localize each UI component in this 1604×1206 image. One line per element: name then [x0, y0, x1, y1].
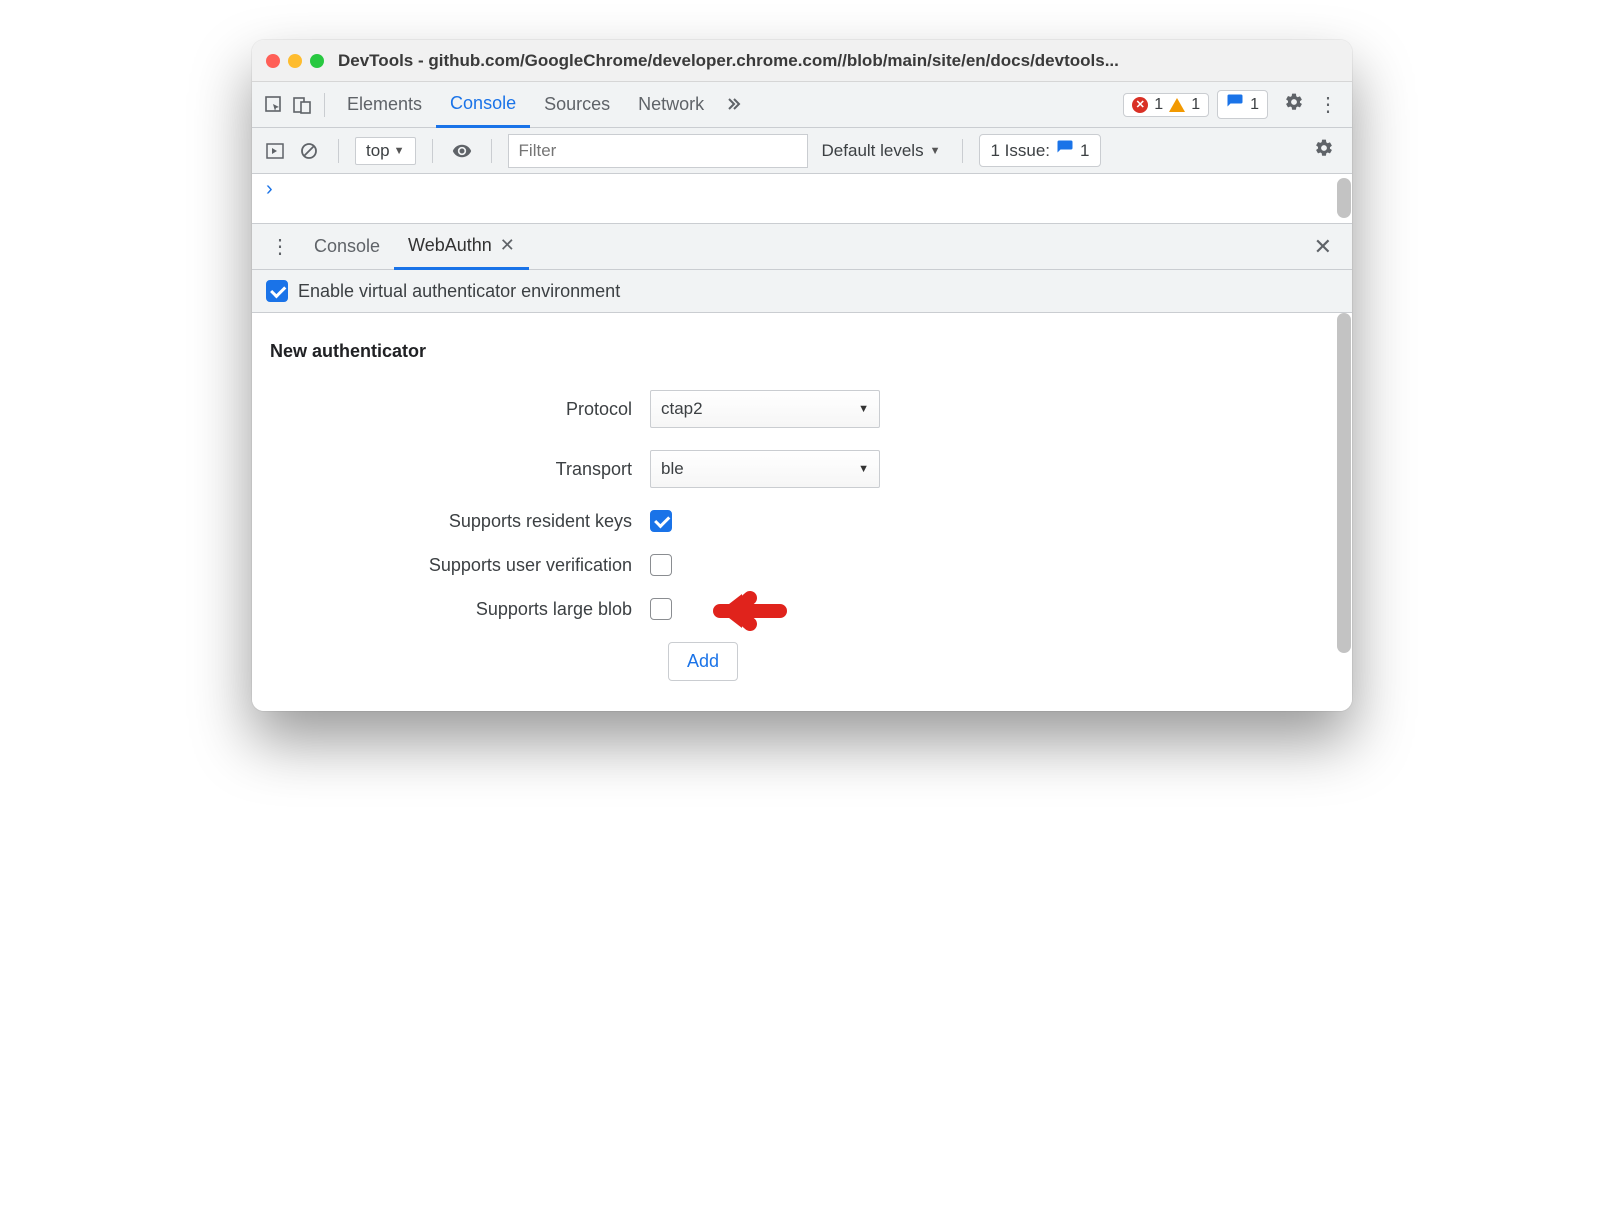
error-warning-counter[interactable]: ✕ 1 1 — [1123, 93, 1209, 117]
drawer-tab-label: WebAuthn — [408, 235, 492, 256]
protocol-label: Protocol — [270, 399, 650, 420]
user-verification-checkbox[interactable] — [650, 554, 672, 576]
scrollbar-thumb[interactable] — [1337, 178, 1351, 218]
separator — [324, 93, 325, 117]
separator — [432, 139, 433, 163]
section-title: New authenticator — [270, 341, 1334, 362]
tab-sources[interactable]: Sources — [530, 82, 624, 127]
issue-icon — [1056, 139, 1074, 162]
traffic-lights — [266, 54, 324, 68]
live-expression-icon[interactable] — [449, 138, 475, 164]
error-icon: ✕ — [1132, 97, 1148, 113]
transport-select[interactable]: ble ▼ — [650, 450, 880, 488]
issue-icon — [1226, 93, 1244, 116]
device-toggle-icon[interactable] — [288, 91, 316, 119]
more-menu-icon[interactable]: ⋮ — [1312, 92, 1344, 117]
tab-console[interactable]: Console — [436, 83, 530, 128]
drawer-menu-icon[interactable]: ⋮ — [260, 234, 300, 259]
caret-down-icon: ▼ — [394, 145, 405, 157]
tab-elements[interactable]: Elements — [333, 82, 436, 127]
caret-down-icon: ▼ — [858, 403, 869, 415]
tab-network[interactable]: Network — [624, 82, 718, 127]
more-tabs-chevron[interactable] — [718, 94, 750, 115]
warning-icon — [1169, 98, 1185, 112]
clear-console-icon[interactable] — [296, 138, 322, 164]
close-icon[interactable]: ✕ — [500, 235, 515, 256]
minimize-window-button[interactable] — [288, 54, 302, 68]
context-selector[interactable]: top ▼ — [355, 137, 416, 165]
drawer-tab-console[interactable]: Console — [300, 224, 394, 269]
protocol-row: Protocol ctap2 ▼ — [270, 390, 1334, 428]
webauthn-panel: New authenticator Protocol ctap2 ▼ Trans… — [252, 313, 1352, 711]
issues-pill[interactable]: 1 Issue: 1 — [979, 134, 1100, 167]
main-tabstrip: Elements Console Sources Network ✕ 1 1 1… — [252, 82, 1352, 128]
issues-count: 1 — [1250, 96, 1259, 114]
window-title: DevTools - github.com/GoogleChrome/devel… — [338, 51, 1119, 71]
warning-count: 1 — [1191, 96, 1200, 114]
transport-label: Transport — [270, 459, 650, 480]
add-button[interactable]: Add — [668, 642, 738, 681]
titlebar: DevTools - github.com/GoogleChrome/devel… — [252, 40, 1352, 82]
separator — [491, 139, 492, 163]
caret-down-icon: ▼ — [930, 145, 941, 157]
enable-virtual-auth-checkbox[interactable] — [266, 280, 288, 302]
issue-text: 1 Issue: — [990, 141, 1050, 161]
transport-value: ble — [661, 459, 684, 479]
resident-keys-label: Supports resident keys — [270, 511, 650, 532]
issues-counter[interactable]: 1 — [1217, 90, 1268, 119]
filter-input[interactable] — [508, 134, 808, 168]
resident-keys-checkbox[interactable] — [650, 510, 672, 532]
caret-down-icon: ▼ — [858, 463, 869, 475]
settings-icon[interactable] — [1276, 92, 1312, 118]
separator — [962, 139, 963, 163]
close-window-button[interactable] — [266, 54, 280, 68]
devtools-window: DevTools - github.com/GoogleChrome/devel… — [252, 40, 1352, 711]
error-count: 1 — [1154, 96, 1163, 114]
console-body[interactable]: › — [252, 174, 1352, 224]
context-label: top — [366, 141, 390, 161]
drawer-close-icon[interactable]: ✕ — [1302, 234, 1344, 260]
enable-bar: Enable virtual authenticator environment — [252, 270, 1352, 313]
large-blob-row: Supports large blob — [270, 598, 1334, 620]
scrollbar-thumb[interactable] — [1337, 313, 1351, 653]
protocol-select[interactable]: ctap2 ▼ — [650, 390, 880, 428]
resident-keys-row: Supports resident keys — [270, 510, 1334, 532]
user-verification-label: Supports user verification — [270, 555, 650, 576]
prompt-icon: › — [266, 178, 273, 201]
protocol-value: ctap2 — [661, 399, 703, 419]
large-blob-label: Supports large blob — [270, 599, 650, 620]
drawer-tabstrip: ⋮ Console WebAuthn ✕ ✕ — [252, 224, 1352, 270]
large-blob-checkbox[interactable] — [650, 598, 672, 620]
levels-label: Default levels — [822, 141, 924, 161]
sidebar-toggle-icon[interactable] — [262, 138, 288, 164]
inspect-icon[interactable] — [260, 91, 288, 119]
transport-row: Transport ble ▼ — [270, 450, 1334, 488]
annotation-arrow-icon — [710, 586, 790, 641]
console-toolbar: top ▼ Default levels ▼ 1 Issue: 1 — [252, 128, 1352, 174]
issue-count: 1 — [1080, 141, 1089, 161]
zoom-window-button[interactable] — [310, 54, 324, 68]
console-settings-icon[interactable] — [1306, 138, 1342, 164]
enable-label: Enable virtual authenticator environment — [298, 281, 620, 302]
user-verification-row: Supports user verification — [270, 554, 1334, 576]
separator — [338, 139, 339, 163]
log-levels-selector[interactable]: Default levels ▼ — [816, 141, 947, 161]
drawer-tab-webauthn[interactable]: WebAuthn ✕ — [394, 225, 529, 270]
